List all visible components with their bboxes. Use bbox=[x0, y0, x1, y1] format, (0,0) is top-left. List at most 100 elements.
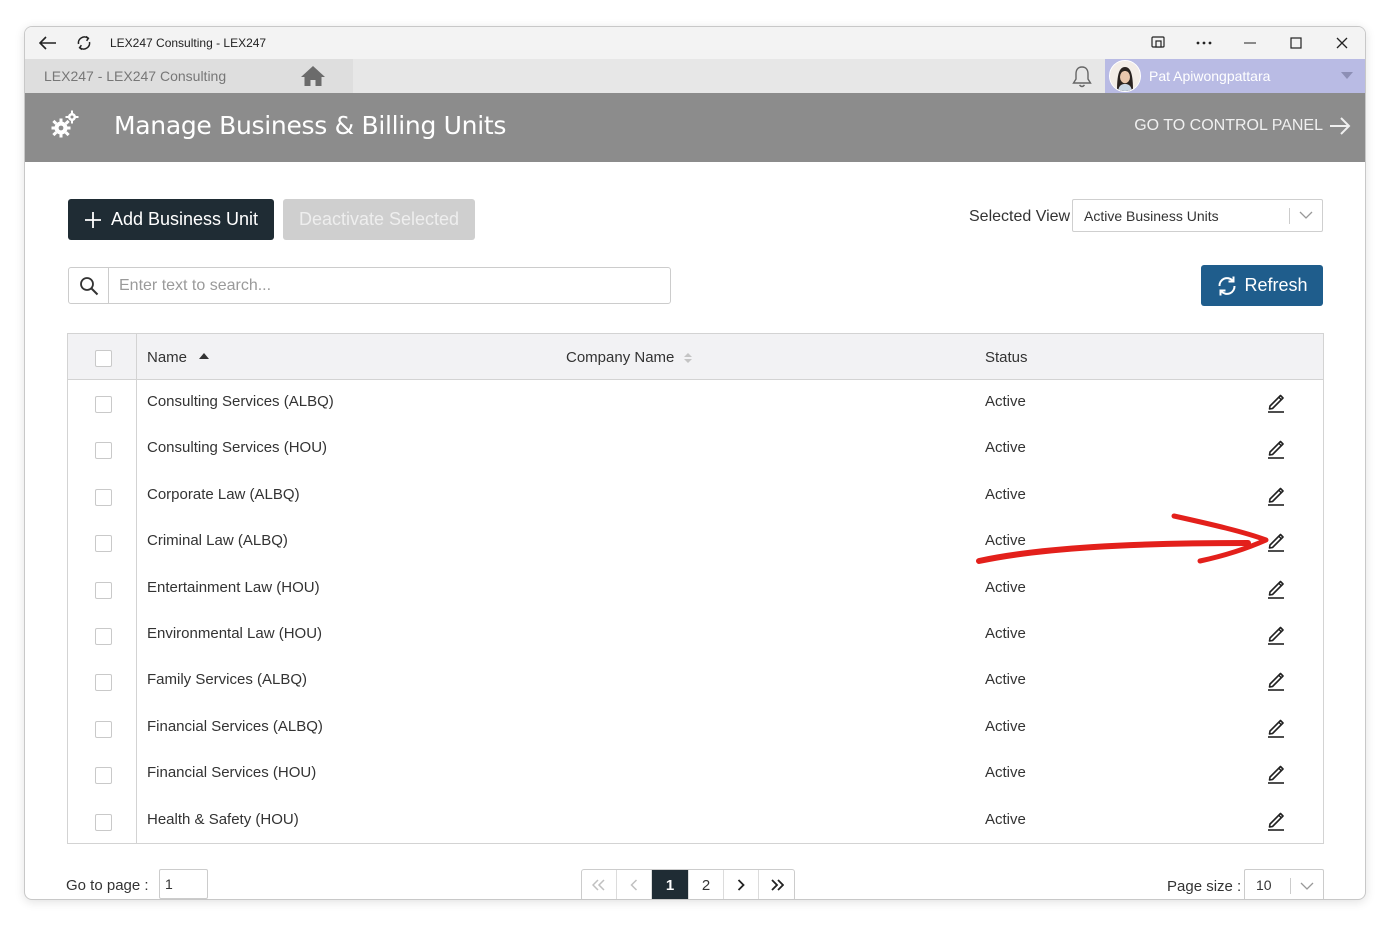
edit-icon[interactable] bbox=[1266, 716, 1286, 738]
cell-status: Active bbox=[985, 810, 1026, 828]
tab-lex247-consulting[interactable]: LEX247 - LEX247 Consulting bbox=[25, 59, 353, 93]
cell-name: Environmental Law (HOU) bbox=[147, 625, 323, 642]
edit-icon[interactable] bbox=[1266, 577, 1286, 599]
cell-name: Criminal Law (ALBQ) bbox=[147, 532, 288, 550]
row-checkbox[interactable] bbox=[95, 581, 112, 599]
user-menu[interactable]: Pat Apiwongpattara bbox=[1105, 59, 1365, 93]
page-2-button[interactable]: 2 bbox=[689, 870, 724, 899]
selected-view-value: Active Business Units bbox=[1084, 207, 1219, 224]
app-tab-bar: LEX247 - LEX247 Consulting Pat Apiwongpa… bbox=[25, 59, 1365, 93]
previous-page-button[interactable] bbox=[617, 870, 652, 899]
home-icon bbox=[301, 66, 325, 86]
control-panel-label: GO TO CONTROL PANEL bbox=[1134, 117, 1323, 134]
selected-view-dropdown[interactable]: Active Business Units bbox=[1072, 199, 1323, 232]
window-controls bbox=[1135, 27, 1365, 59]
table-row[interactable]: Criminal Law (ALBQ) Active bbox=[68, 519, 1323, 565]
column-header-company[interactable]: Company Name bbox=[566, 349, 693, 366]
cell-name: Consulting Services (HOU) bbox=[147, 439, 328, 457]
title-bar: LEX247 Consulting - LEX247 bbox=[25, 27, 1365, 59]
dropdown-separator bbox=[1290, 878, 1291, 894]
reload-button[interactable] bbox=[66, 27, 102, 59]
edit-icon[interactable] bbox=[1266, 809, 1286, 831]
go-to-page-input[interactable] bbox=[159, 869, 208, 899]
next-page-button[interactable] bbox=[724, 870, 759, 899]
cell-name: Corporate Law (ALBQ) bbox=[147, 485, 300, 503]
sort-icon bbox=[684, 352, 693, 363]
table-row[interactable]: Corporate Law (ALBQ) Active bbox=[68, 473, 1323, 519]
cast-button[interactable] bbox=[1135, 27, 1181, 59]
refresh-icon bbox=[1218, 276, 1236, 295]
cell-name: Family Services (ALBQ) bbox=[147, 671, 308, 689]
table-row[interactable]: Entertainment Law (HOU) Active bbox=[68, 566, 1323, 612]
last-page-button[interactable] bbox=[759, 870, 794, 899]
chevron-left-icon bbox=[630, 879, 638, 891]
table-row[interactable]: Consulting Services (ALBQ) Active bbox=[68, 380, 1323, 426]
cell-name: Consulting Services (ALBQ) bbox=[147, 393, 334, 410]
selected-view-label: Selected View bbox=[969, 208, 1071, 225]
table-row[interactable]: Health & Safety (HOU) Active bbox=[68, 798, 1323, 844]
column-company-label: Company Name bbox=[566, 349, 675, 366]
column-name-label: Name bbox=[147, 349, 188, 366]
edit-icon[interactable] bbox=[1266, 484, 1286, 506]
go-to-page-label: Go to page : bbox=[66, 877, 149, 894]
go-to-control-panel-link[interactable]: GO TO CONTROL PANEL bbox=[1134, 117, 1351, 135]
column-header-name[interactable]: Name bbox=[147, 349, 210, 366]
minimize-button[interactable] bbox=[1227, 27, 1273, 59]
refresh-button[interactable]: Refresh bbox=[1201, 265, 1323, 306]
row-checkbox[interactable] bbox=[95, 442, 112, 460]
table-row[interactable]: Consulting Services (HOU) Active bbox=[68, 426, 1323, 472]
search-input[interactable] bbox=[119, 276, 659, 295]
notifications-button[interactable] bbox=[1069, 64, 1095, 90]
cell-status: Active bbox=[985, 625, 1026, 642]
row-checkbox[interactable] bbox=[95, 488, 112, 506]
maximize-button[interactable] bbox=[1273, 27, 1319, 59]
page-header: Manage Business & Billing Units GO TO CO… bbox=[25, 93, 1365, 162]
edit-icon[interactable] bbox=[1266, 623, 1286, 645]
edit-icon[interactable] bbox=[1266, 391, 1286, 413]
deactivate-selected-button[interactable]: Deactivate Selected bbox=[283, 199, 475, 240]
column-status-label: Status bbox=[985, 349, 1028, 366]
cell-status: Active bbox=[985, 578, 1026, 596]
sort-ascending-icon bbox=[199, 352, 210, 359]
table-row[interactable]: Financial Services (ALBQ) Active bbox=[68, 705, 1323, 751]
page-size-value: 10 bbox=[1256, 877, 1272, 893]
more-button[interactable] bbox=[1181, 27, 1227, 59]
cell-name: Financial Services (HOU) bbox=[147, 764, 317, 782]
search-icon-container[interactable] bbox=[69, 268, 109, 303]
row-checkbox[interactable] bbox=[95, 767, 112, 785]
edit-icon[interactable] bbox=[1266, 669, 1286, 692]
edit-icon[interactable] bbox=[1266, 530, 1286, 552]
close-button[interactable] bbox=[1319, 27, 1365, 59]
user-name: Pat Apiwongpattara bbox=[1149, 68, 1271, 84]
grid-header: Name Company Name Status bbox=[68, 334, 1323, 380]
select-all-checkbox[interactable] bbox=[95, 350, 112, 367]
page-1-button[interactable]: 1 bbox=[652, 870, 689, 899]
row-checkbox[interactable] bbox=[95, 720, 112, 738]
row-checkbox[interactable] bbox=[95, 535, 112, 553]
table-row[interactable]: Financial Services (HOU) Active bbox=[68, 751, 1323, 797]
row-checkbox[interactable] bbox=[95, 396, 112, 413]
column-header-status: Status bbox=[985, 349, 1028, 366]
page-size-dropdown[interactable]: 10 bbox=[1244, 869, 1324, 899]
back-arrow-icon bbox=[39, 36, 56, 50]
add-business-unit-button[interactable]: Add Business Unit bbox=[68, 199, 274, 240]
page-title: Manage Business & Billing Units bbox=[114, 111, 507, 140]
table-row[interactable]: Environmental Law (HOU) Active bbox=[68, 612, 1323, 658]
row-checkbox[interactable] bbox=[95, 674, 112, 692]
business-units-grid: Name Company Name Status Consulting Serv… bbox=[67, 333, 1324, 844]
first-page-button[interactable] bbox=[582, 870, 617, 899]
cell-status: Active bbox=[985, 671, 1026, 689]
row-checkbox[interactable] bbox=[95, 813, 112, 831]
add-button-label: Add Business Unit bbox=[110, 209, 259, 229]
table-row[interactable]: Family Services (ALBQ) Active bbox=[68, 658, 1323, 704]
home-button[interactable] bbox=[299, 63, 327, 89]
edit-icon[interactable] bbox=[1266, 762, 1286, 784]
back-button[interactable] bbox=[30, 27, 66, 59]
browser-window: LEX247 Consulting - LEX247 LEX247 - LEX2… bbox=[24, 26, 1366, 900]
search-box bbox=[68, 267, 671, 304]
row-checkbox[interactable] bbox=[95, 628, 112, 645]
double-chevron-left-icon bbox=[592, 879, 605, 891]
plus-icon bbox=[84, 211, 101, 228]
cell-status: Active bbox=[985, 439, 1026, 457]
edit-icon[interactable] bbox=[1266, 437, 1286, 460]
